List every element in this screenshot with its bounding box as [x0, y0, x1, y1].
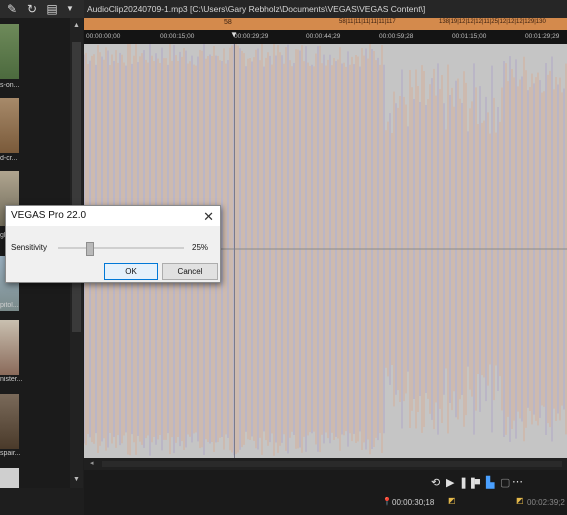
media-thumbnail[interactable]	[0, 468, 19, 488]
cursor-marker-icon: 📍	[382, 497, 392, 506]
play-icon[interactable]: ▶	[446, 476, 454, 489]
scroll-down-icon[interactable]: ▼	[73, 476, 80, 483]
timeline-ruler[interactable]: 00:00:00;00 00:00:15;00 00:00:29;29 00:0…	[84, 30, 567, 44]
cancel-button[interactable]: Cancel	[162, 263, 218, 280]
loop-icon[interactable]: ⟲	[431, 476, 440, 489]
thumbnail-label: nister...	[0, 376, 22, 383]
scrollbar-track[interactable]	[102, 461, 562, 467]
ruler-tick-label: 00:01:15;00	[452, 33, 487, 40]
sensitivity-label: Sensitivity	[11, 243, 48, 252]
thumbnail-label: d-cr...	[0, 155, 18, 162]
scroll-left-icon[interactable]: ◂	[90, 459, 94, 467]
ruler-tick-label: 00:01:29;29	[525, 33, 560, 40]
thumbnail-label: spair...	[0, 450, 21, 457]
ruler-tick-label: 00:00:00;00	[86, 33, 121, 40]
media-thumbnail[interactable]	[0, 394, 19, 449]
marker-strip[interactable]: 58 58|11|11|11|11|11|117 138|19|12|12|12…	[84, 18, 567, 30]
time-readout-row: 📍 00:00:30;18 ◩ ◩ 00:02:39;2	[84, 493, 567, 511]
ruler-tick-label: 00:00:15;00	[160, 33, 195, 40]
sensitivity-slider-thumb[interactable]	[86, 242, 94, 256]
end-time: 00:02:39;2	[527, 498, 565, 507]
stop-icon[interactable]: ■	[474, 476, 481, 488]
thumbnail-label: s-on...	[0, 82, 20, 89]
pin-icon[interactable]: ✎	[4, 0, 20, 18]
dialog-title: VEGAS Pro 22.0	[6, 206, 220, 226]
view-icon[interactable]: ▤	[44, 0, 60, 18]
ruler-tick-label: 00:00:29;29	[234, 33, 269, 40]
sensitivity-value: 25%	[192, 243, 209, 252]
marker-cluster-label[interactable]: 58|11|11|11|11|11|117	[339, 19, 396, 25]
dropdown-icon[interactable]: ▼	[62, 0, 78, 18]
sensitivity-slider-track[interactable]	[58, 247, 184, 249]
ruler-tick-label: 00:00:44;29	[306, 33, 341, 40]
selection-end-icon[interactable]: ◩	[516, 496, 524, 505]
scroll-up-icon[interactable]: ▲	[73, 22, 80, 29]
playhead-line[interactable]	[234, 44, 235, 458]
playhead-marker-icon[interactable]: ▼	[230, 30, 238, 39]
more-options-icon[interactable]: ⋯	[512, 475, 523, 488]
media-thumbnail[interactable]	[0, 98, 19, 153]
thumbnail-label: pitol...	[0, 302, 19, 309]
ruler-tick-label: 00:00:59;28	[379, 33, 414, 40]
scrollbar-thumb[interactable]	[72, 42, 81, 332]
ok-button[interactable]: OK	[104, 263, 158, 280]
media-thumbnail[interactable]	[0, 320, 19, 375]
record-region-icon[interactable]: ▢	[500, 476, 510, 489]
left-toolbar: ✎ ↻ ▤ ▼	[0, 0, 84, 18]
clip-title: AudioClip20240709-1.mp3 [C:\Users\Gary R…	[84, 0, 567, 18]
refresh-icon[interactable]: ↻	[24, 0, 40, 18]
media-thumbnail[interactable]	[0, 24, 19, 79]
cursor-time: 00:00:30;18	[392, 498, 435, 507]
close-icon[interactable]: ✕	[203, 209, 214, 225]
marker-cluster-label[interactable]: 138|19|12|12|12|11|25|12|12|12|129|130	[439, 19, 546, 25]
selection-start-icon[interactable]: ◩	[448, 496, 456, 505]
sensitivity-dialog: VEGAS Pro 22.0 ✕ Sensitivity 25% OK Canc…	[5, 205, 221, 283]
marker-label[interactable]: 58	[224, 19, 232, 26]
loop-region-icon[interactable]: ▙	[486, 476, 494, 489]
timeline-scrollbar[interactable]: ◂	[84, 458, 567, 470]
